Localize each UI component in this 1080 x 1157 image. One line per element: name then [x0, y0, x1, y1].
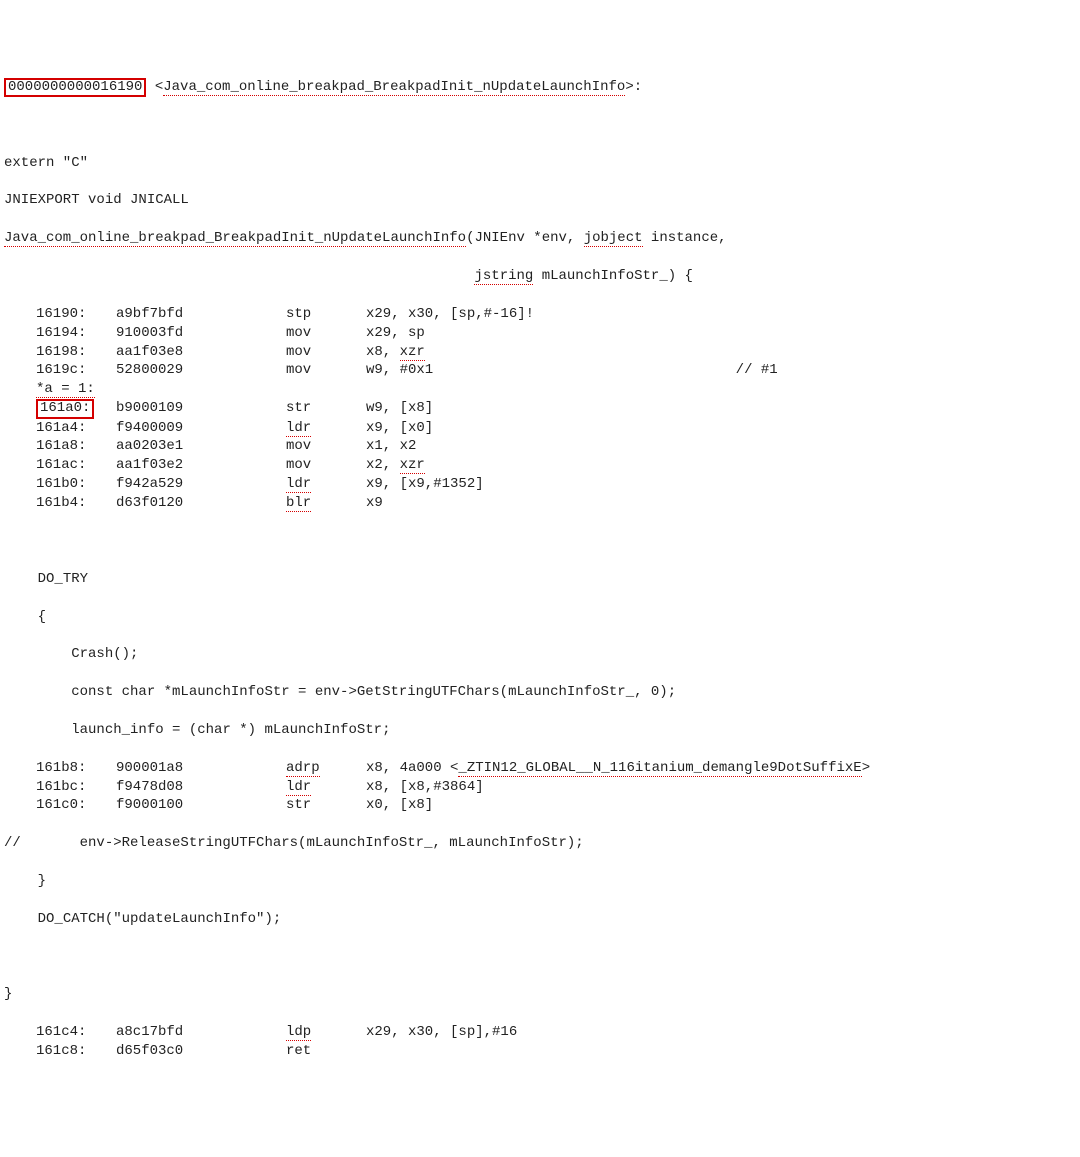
- addr: 16198:: [36, 343, 116, 362]
- addr: 161c8:: [36, 1042, 116, 1061]
- asm-row: 161a0: b9000109strw9, [x8]: [4, 399, 1076, 418]
- mnemonic: mov: [286, 437, 366, 456]
- asm-row: 161a4:f9400009ldrx9, [x0]: [4, 419, 1076, 438]
- operands: x8, 4a000 <_ZTIN12_GLOBAL__N_116itanium_…: [366, 760, 870, 777]
- asm-row: 161c4:a8c17bfdldpx29, x30, [sp],#16: [4, 1023, 1076, 1042]
- asm-row: 161b8:900001a8adrpx8, 4a000 <_ZTIN12_GLO…: [4, 759, 1076, 778]
- symbol-header: 0000000000016190 <Java_com_online_breakp…: [4, 78, 1076, 97]
- asm-row: 161c8:d65f03c0ret: [4, 1042, 1076, 1061]
- mnemonic: ldr: [286, 419, 366, 438]
- comment: // #1: [433, 362, 777, 378]
- opcode: a9bf7bfd: [116, 305, 286, 324]
- asm-row: 16194:910003fdmovx29, sp: [4, 324, 1076, 343]
- operands: x29, x30, [sp,#-16]!: [366, 306, 534, 322]
- operands: w9, #0x1: [366, 362, 433, 378]
- mnemonic: str: [286, 796, 366, 815]
- addr: 161c0:: [36, 796, 116, 815]
- asm-block-1: 16190:a9bf7bfdstpx29, x30, [sp,#-16]!161…: [4, 305, 1076, 513]
- addr-boxed: 161a0:: [36, 399, 94, 418]
- mnemonic: str: [286, 399, 366, 418]
- mnemonic: stp: [286, 305, 366, 324]
- opcode: d63f0120: [116, 494, 286, 513]
- addr: 161b8:: [36, 759, 116, 778]
- opcode: f942a529: [116, 475, 286, 494]
- mnemonic: ldr: [286, 778, 366, 797]
- asm-row: 16190:a9bf7bfdstpx29, x30, [sp,#-16]!: [4, 305, 1076, 324]
- operands: x9: [366, 495, 383, 511]
- asm-row: 1619c:52800029movw9, #0x1 // #1: [4, 361, 1076, 380]
- opcode: f9400009: [116, 419, 286, 438]
- opcode: f9000100: [116, 796, 286, 815]
- operands: x8, xzr: [366, 344, 425, 361]
- addr: 161b4:: [36, 494, 116, 513]
- asm-row: 161c0:f9000100strx0, [x8]: [4, 796, 1076, 815]
- addr: 161c4:: [36, 1023, 116, 1042]
- mnemonic: ldp: [286, 1023, 366, 1042]
- asm-row: 16198:aa1f03e8movx8, xzr: [4, 343, 1076, 362]
- addr: 16190:: [36, 305, 116, 324]
- mnemonic: adrp: [286, 759, 366, 778]
- operands: x29, x30, [sp],#16: [366, 1024, 517, 1040]
- asm-row: 161b0:f942a529ldrx9, [x9,#1352]: [4, 475, 1076, 494]
- operands: x8, [x8,#3864]: [366, 779, 484, 795]
- operands: x29, sp: [366, 325, 425, 341]
- operands: x1, x2: [366, 438, 416, 454]
- addr: 161bc:: [36, 778, 116, 797]
- mnemonic: mov: [286, 361, 366, 380]
- opcode: 52800029: [116, 361, 286, 380]
- operands: x9, [x9,#1352]: [366, 476, 484, 492]
- src-crash: Crash();: [4, 645, 1076, 664]
- src-do-try: DO_TRY: [4, 570, 1076, 589]
- addr: 16194:: [36, 324, 116, 343]
- addr: 161a8:: [36, 437, 116, 456]
- asm-row: 161a8:aa0203e1movx1, x2: [4, 437, 1076, 456]
- opcode: d65f03c0: [116, 1042, 286, 1061]
- mnemonic: ldr: [286, 475, 366, 494]
- src-assign2: launch_info = (char *) mLaunchInfoStr;: [4, 721, 1076, 740]
- opcode: aa1f03e8: [116, 343, 286, 362]
- opcode: 900001a8: [116, 759, 286, 778]
- asm-block-2: 161b8:900001a8adrpx8, 4a000 <_ZTIN12_GLO…: [4, 759, 1076, 816]
- mnemonic: blr: [286, 494, 366, 513]
- fn-decl-line2: jstring mLaunchInfoStr_) {: [4, 267, 1076, 286]
- inline-src: *a = 1:: [4, 380, 1076, 399]
- opcode: a8c17bfd: [116, 1023, 286, 1042]
- opcode: f9478d08: [116, 778, 286, 797]
- mnemonic: mov: [286, 324, 366, 343]
- asm-row: 161bc:f9478d08ldrx8, [x8,#3864]: [4, 778, 1076, 797]
- operands: x0, [x8]: [366, 797, 433, 813]
- opcode: b9000109: [116, 399, 286, 418]
- addr: 161a4:: [36, 419, 116, 438]
- opcode: aa0203e1: [116, 437, 286, 456]
- extern-c: extern "C": [4, 154, 1076, 173]
- fn-rbrace: }: [4, 985, 1076, 1004]
- mnemonic: ret: [286, 1042, 366, 1061]
- operands: x2, xzr: [366, 457, 425, 474]
- src-lbrace: {: [4, 608, 1076, 627]
- operands: x9, [x0]: [366, 420, 433, 436]
- opcode: aa1f03e2: [116, 456, 286, 475]
- jniexport: JNIEXPORT void JNICALL: [4, 191, 1076, 210]
- header-symbol: Java_com_online_breakpad_BreakpadInit_nU…: [163, 79, 625, 96]
- asm-row: 161b4:d63f0120blrx9: [4, 494, 1076, 513]
- src-do-catch: DO_CATCH("updateLaunchInfo");: [4, 910, 1076, 929]
- asm-block-3: 161c4:a8c17bfdldpx29, x30, [sp],#16161c8…: [4, 1023, 1076, 1061]
- opcode: 910003fd: [116, 324, 286, 343]
- addr: 1619c:: [36, 361, 116, 380]
- operands: w9, [x8]: [366, 400, 433, 416]
- header-offset-box: 0000000000016190: [4, 78, 146, 97]
- src-assign1: const char *mLaunchInfoStr = env->GetStr…: [4, 683, 1076, 702]
- addr: 161b0:: [36, 475, 116, 494]
- fn-decl-line1: Java_com_online_breakpad_BreakpadInit_nU…: [4, 229, 1076, 248]
- mnemonic: mov: [286, 343, 366, 362]
- src-release: // env->ReleaseStringUTFChars(mLaunchInf…: [4, 834, 1076, 853]
- asm-row: 161ac:aa1f03e2movx2, xzr: [4, 456, 1076, 475]
- src-rbrace: }: [4, 872, 1076, 891]
- mnemonic: mov: [286, 456, 366, 475]
- addr: 161ac:: [36, 456, 116, 475]
